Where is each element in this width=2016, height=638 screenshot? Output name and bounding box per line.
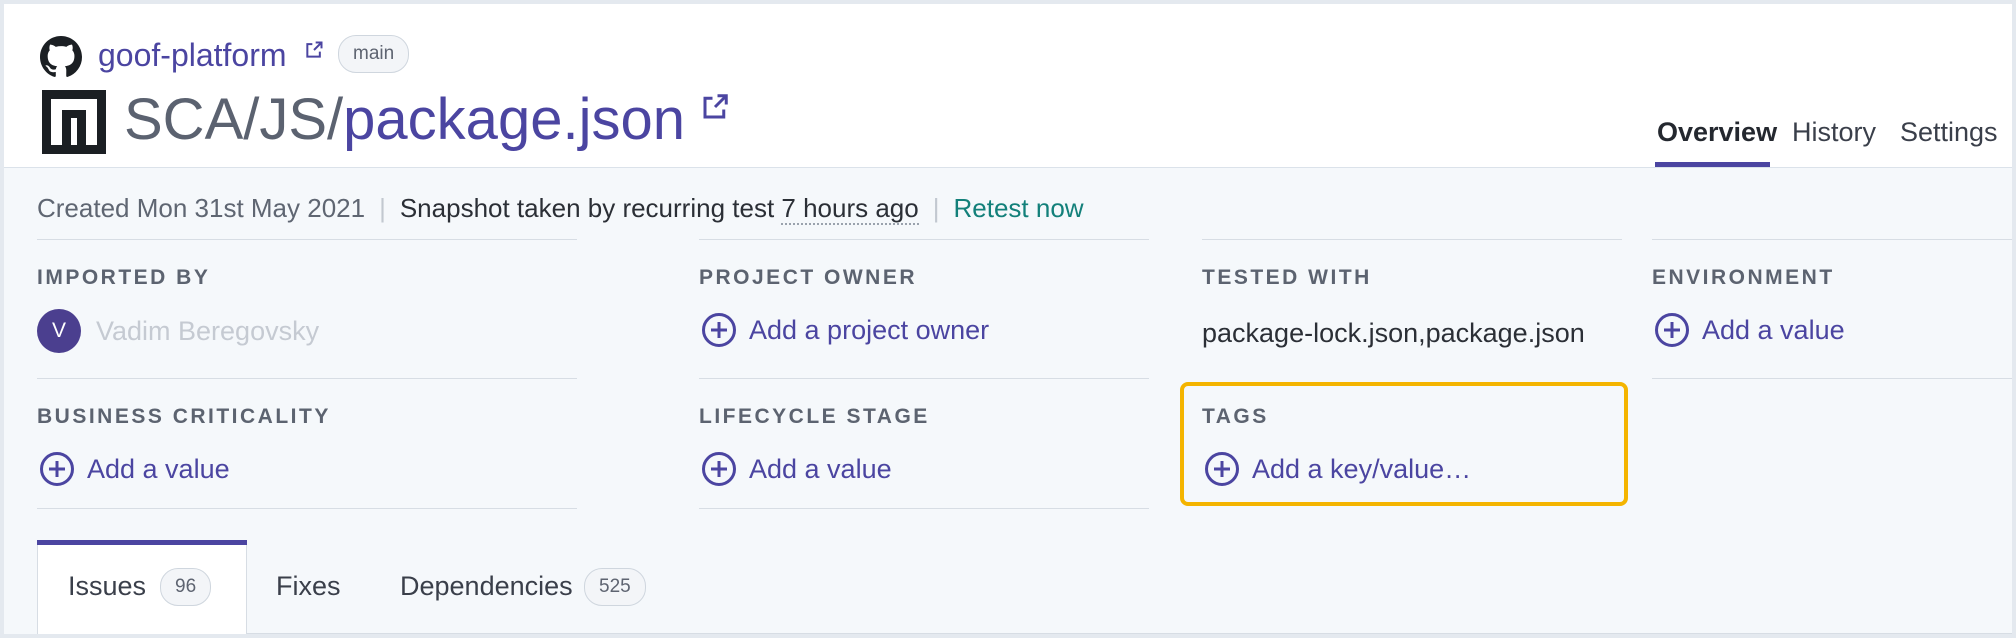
tab-fixes[interactable]: Fixes	[276, 566, 341, 606]
external-link-icon[interactable]	[700, 92, 730, 122]
tabs-baseline	[247, 633, 2012, 634]
plus-circle-icon	[40, 452, 74, 486]
snapshot-meta: Created Mon 31st May 2021 | Snapshot taken…	[37, 190, 1084, 226]
github-icon	[40, 36, 82, 77]
tab-settings[interactable]: Settings	[1900, 114, 1998, 150]
project-name-link[interactable]: package.json	[343, 87, 685, 152]
plus-circle-icon	[702, 313, 736, 347]
project-header: goof-platform main SCA/JS/package.json O…	[4, 4, 2012, 168]
external-link-icon[interactable]	[304, 40, 324, 60]
add-lifecycle-stage-button[interactable]: Add a value	[701, 449, 892, 489]
tab-issues-label[interactable]: Issues	[68, 566, 146, 606]
plus-circle-icon	[1655, 313, 1689, 347]
meta-separator: |	[379, 193, 386, 223]
imported-by-label: IMPORTED BY	[37, 266, 211, 289]
branch-badge: main	[338, 35, 410, 73]
active-tab-indicator	[1655, 162, 1770, 167]
imported-by-name: Vadim Beregovsky	[96, 316, 320, 346]
plus-circle-icon	[702, 452, 736, 486]
add-lifecycle-stage-label: Add a value	[749, 454, 892, 484]
tab-overview[interactable]: Overview	[1657, 114, 1777, 150]
environment-label: ENVIRONMENT	[1652, 266, 1835, 289]
repo-link[interactable]: goof-platform	[98, 34, 287, 76]
divider	[37, 239, 577, 240]
divider	[1202, 239, 1622, 240]
project-owner-label: PROJECT OWNER	[699, 266, 918, 289]
dependencies-count-badge: 525	[584, 568, 646, 606]
divider	[699, 239, 1149, 240]
add-project-owner-button[interactable]: Add a project owner	[701, 310, 989, 350]
created-date: Created Mon 31st May 2021	[37, 193, 366, 223]
add-project-owner-label: Add a project owner	[749, 315, 990, 345]
add-environment-label: Add a value	[1702, 315, 1845, 345]
divider	[1652, 378, 2012, 379]
issues-count-badge: 96	[160, 568, 212, 606]
tab-dependencies[interactable]: Dependencies	[400, 566, 573, 606]
tested-with-label: TESTED WITH	[1202, 266, 1372, 289]
add-business-criticality-button[interactable]: Add a value	[39, 449, 230, 489]
divider	[1652, 239, 2012, 240]
divider	[699, 508, 1149, 509]
meta-separator: |	[932, 193, 940, 223]
business-criticality-label: BUSINESS CRITICALITY	[37, 405, 331, 428]
project-title: SCA/JS/package.json	[124, 84, 685, 156]
active-tab-indicator	[37, 540, 247, 545]
avatar: V	[37, 309, 81, 353]
lifecycle-stage-label: LIFECYCLE STAGE	[699, 405, 930, 428]
snapshot-time: 7 hours ago	[781, 193, 919, 225]
divider	[699, 378, 1149, 379]
tab-history[interactable]: History	[1792, 114, 1876, 150]
divider	[37, 508, 577, 509]
add-environment-button[interactable]: Add a value	[1654, 310, 1845, 350]
project-tabs: Issues 96 Fixes Dependencies 525	[4, 534, 2012, 634]
tags-highlight	[1180, 382, 1628, 506]
project-page: goof-platform main SCA/JS/package.json O…	[4, 4, 2012, 634]
add-business-criticality-label: Add a value	[87, 454, 230, 484]
tested-with-value: package-lock.json,package.json	[1202, 318, 1585, 348]
retest-link[interactable]: Retest now	[954, 193, 1084, 223]
divider	[37, 378, 577, 379]
project-path: SCA/JS/	[124, 87, 344, 152]
npm-logo	[42, 90, 106, 154]
snapshot-text: Snapshot taken by recurring test	[399, 193, 775, 223]
